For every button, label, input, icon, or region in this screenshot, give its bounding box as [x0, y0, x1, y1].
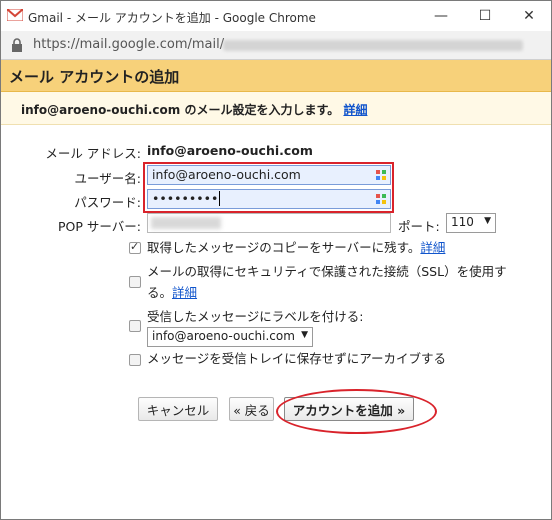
dialog-subheading: info@aroeno-ouchi.com のメール設定を入力します。 詳細: [1, 92, 551, 125]
password-label: パスワード:: [74, 195, 141, 210]
ssl-option: メールの取得にセキュリティで保護された接続（SSL）を使用する。詳細: [147, 264, 507, 300]
label-option: 受信したメッセージにラベルを付ける:: [147, 309, 364, 324]
port-label: ポート:: [398, 219, 440, 234]
ssl-checkbox[interactable]: [129, 276, 141, 288]
gmail-logo-icon: [7, 9, 23, 21]
cancel-button[interactable]: キャンセル: [138, 397, 218, 421]
email-value: info@aroeno-ouchi.com: [147, 143, 313, 158]
email-label: メール アドレス:: [45, 146, 141, 161]
port-select[interactable]: 110 ▼: [446, 213, 496, 233]
highlight-rectangle: [143, 162, 394, 213]
chevron-down-icon: ▼: [484, 216, 491, 226]
details-link[interactable]: 詳細: [343, 103, 367, 117]
archive-option: メッセージを受信トレイに保存せずにアーカイブする: [147, 351, 447, 366]
subheading-text: info@aroeno-ouchi.com のメール設定を入力します。: [21, 103, 340, 117]
minimize-button[interactable]: —: [419, 1, 463, 31]
back-button[interactable]: « 戻る: [229, 397, 274, 421]
lock-icon: [12, 38, 22, 52]
close-button[interactable]: ✕: [507, 1, 551, 31]
username-label: ユーザー名:: [74, 171, 141, 186]
keep-copy-checkbox[interactable]: [129, 240, 141, 254]
maximize-button[interactable]: ☐: [463, 1, 507, 31]
chevron-down-icon: ▼: [301, 330, 308, 340]
window-title: Gmail - メール アカウントを追加 - Google Chrome: [28, 11, 316, 25]
archive-checkbox[interactable]: [129, 354, 141, 366]
dialog-header: メール アカウントの追加: [1, 60, 551, 92]
label-select[interactable]: info@aroeno-ouchi.com ▼: [147, 327, 313, 347]
dialog-title: メール アカウントの追加: [9, 68, 180, 86]
address-bar[interactable]: https://mail.google.com/mail/: [1, 31, 551, 60]
highlight-ellipse: [276, 389, 437, 434]
title-bar: Gmail - メール アカウントを追加 - Google Chrome — ☐…: [1, 1, 551, 31]
pop-server-label: POP サーバー:: [58, 219, 141, 234]
browser-window: Gmail - メール アカウントを追加 - Google Chrome — ☐…: [0, 0, 552, 520]
keep-copy-option: 取得したメッセージのコピーをサーバーに残す。詳細: [147, 240, 446, 255]
url-redacted: [223, 40, 523, 51]
url-text[interactable]: https://mail.google.com/mail/: [33, 37, 224, 52]
ssl-details-link[interactable]: 詳細: [172, 285, 197, 300]
keep-copy-details-link[interactable]: 詳細: [420, 240, 445, 255]
pop-server-redacted: [151, 217, 221, 229]
label-checkbox[interactable]: [129, 320, 141, 332]
